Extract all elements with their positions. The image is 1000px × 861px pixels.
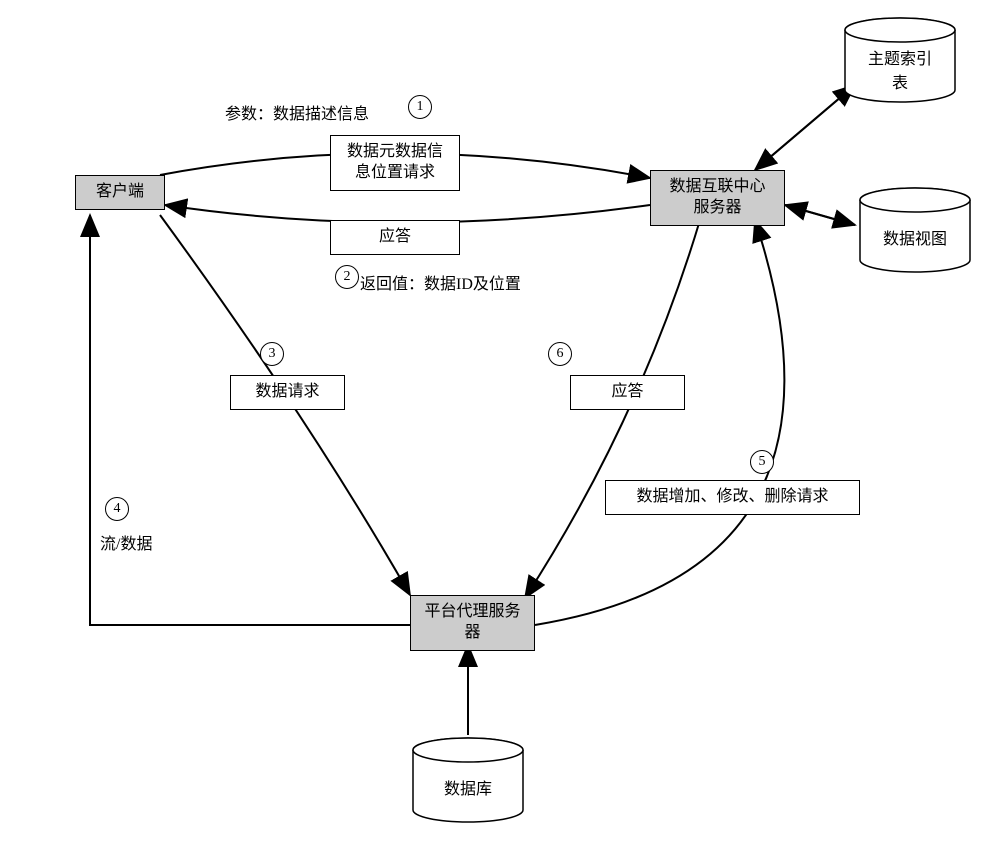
interconnect-server-node: 数据互联中心 服务器 bbox=[650, 170, 785, 226]
metadata-request-box: 数据元数据信 息位置请求 bbox=[330, 135, 460, 191]
client-label: 客户端 bbox=[96, 183, 144, 200]
step-6: 6 bbox=[548, 342, 572, 366]
topic-index-line1: 主题索引 bbox=[868, 51, 932, 68]
database-cylinder: 数据库 bbox=[408, 735, 528, 830]
step-5: 5 bbox=[750, 450, 774, 474]
data-view-cylinder: 数据视图 bbox=[855, 185, 975, 280]
proxy-server-node: 平台代理服务 器 bbox=[410, 595, 535, 651]
params-label: 参数：数据描述信息 bbox=[225, 100, 369, 124]
database-label: 数据库 bbox=[444, 781, 492, 798]
data-view-label: 数据视图 bbox=[883, 231, 947, 248]
step-3: 3 bbox=[260, 342, 284, 366]
data-request-label: 数据请求 bbox=[255, 383, 319, 400]
proxy-line2: 器 bbox=[464, 624, 480, 641]
return-value-label: 返回值：数据ID及位置 bbox=[360, 270, 521, 294]
step-4: 4 bbox=[105, 497, 129, 521]
step-1: 1 bbox=[408, 95, 432, 119]
data-request-box: 数据请求 bbox=[230, 375, 345, 410]
response2-box: 应答 bbox=[570, 375, 685, 410]
client-node: 客户端 bbox=[75, 175, 165, 210]
step-2: 2 bbox=[335, 265, 359, 289]
response1-label: 应答 bbox=[379, 228, 411, 245]
response1-box: 应答 bbox=[330, 220, 460, 255]
flow-data-label: 流/数据 bbox=[100, 530, 152, 554]
arrows-layer bbox=[0, 0, 1000, 861]
topic-index-line2: 表 bbox=[892, 75, 908, 92]
response2-label: 应答 bbox=[611, 383, 643, 400]
metadata-req-line1: 数据元数据信 bbox=[347, 143, 443, 160]
crud-request-box: 数据增加、修改、删除请求 bbox=[605, 480, 860, 515]
interconnect-line1: 数据互联中心 bbox=[669, 178, 765, 195]
metadata-req-line2: 息位置请求 bbox=[355, 164, 435, 181]
proxy-line1: 平台代理服务 bbox=[424, 603, 520, 620]
crud-request-label: 数据增加、修改、删除请求 bbox=[636, 488, 828, 505]
topic-index-cylinder: 主题索引 表 bbox=[840, 15, 960, 110]
interconnect-line2: 服务器 bbox=[693, 199, 741, 216]
